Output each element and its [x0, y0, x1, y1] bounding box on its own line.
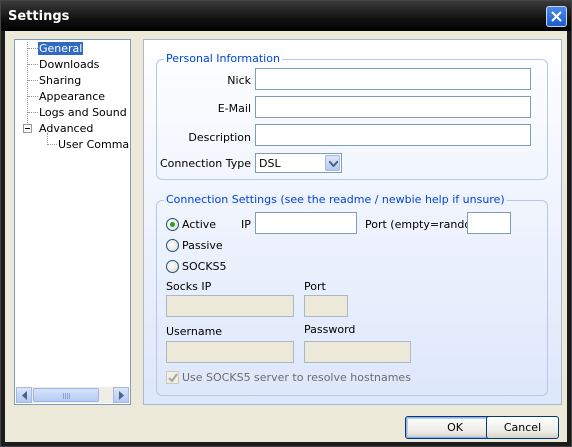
dropdown-button[interactable]: [325, 155, 340, 171]
close-icon: [551, 11, 562, 22]
tree-guide-line: [27, 42, 28, 123]
tree-item-appearance[interactable]: Appearance: [39, 90, 105, 103]
collapse-icon[interactable]: [23, 124, 32, 133]
socks-ip-input[interactable]: [166, 295, 294, 317]
description-input[interactable]: [255, 124, 531, 146]
checkmark-icon: [168, 373, 178, 383]
tree-guide-line: [28, 96, 38, 97]
socks-ip-label: Socks IP: [166, 280, 212, 293]
arrow-left-icon: [22, 391, 27, 400]
tree-horizontal-scrollbar[interactable]: [16, 387, 129, 403]
connection-type-value: DSL: [259, 157, 281, 170]
connection-settings-group: Connection Settings (see the readme / ne…: [156, 193, 548, 396]
tree-guide-line: [28, 64, 38, 65]
socks-port-input[interactable]: [304, 295, 348, 317]
nick-input[interactable]: [255, 68, 531, 90]
password-label: Password: [304, 323, 356, 336]
tree-guide-line: [28, 48, 38, 49]
resolve-hostnames-label[interactable]: Use SOCKS5 server to resolve hostnames: [182, 371, 411, 384]
socks5-label[interactable]: SOCKS5: [182, 260, 227, 273]
cancel-button[interactable]: Cancel: [486, 416, 559, 439]
title-bar[interactable]: Settings: [1, 1, 571, 31]
tree-item-downloads[interactable]: Downloads: [39, 58, 99, 71]
username-input[interactable]: [166, 341, 294, 363]
active-radio[interactable]: [166, 218, 179, 231]
tree-item-logs-and-sound[interactable]: Logs and Sound: [39, 106, 127, 119]
passive-radio[interactable]: [166, 239, 179, 252]
ip-input[interactable]: [255, 212, 357, 234]
tree-guide-line: [28, 112, 38, 113]
connection-type-select[interactable]: DSL: [255, 153, 342, 173]
chevron-down-icon: [329, 161, 338, 167]
connection-type-label: Connection Type: [159, 157, 251, 170]
grip-icon: [63, 393, 70, 399]
socks5-radio[interactable]: [166, 260, 179, 273]
close-button[interactable]: [546, 6, 567, 27]
socks-port-label: Port: [304, 280, 326, 293]
general-settings-panel: Personal Information Nick E-Mail Descrip…: [143, 39, 562, 405]
port-input[interactable]: [467, 212, 511, 234]
username-label: Username: [166, 325, 223, 338]
personal-information-group: Personal Information Nick E-Mail Descrip…: [156, 52, 548, 180]
resolve-hostnames-checkbox[interactable]: [166, 371, 179, 384]
dialog-client: General Downloads Sharing Appearance Log…: [5, 31, 567, 442]
scroll-thumb[interactable]: [33, 388, 99, 402]
window-title: Settings: [8, 9, 70, 24]
tree-item-advanced[interactable]: Advanced: [39, 122, 93, 135]
passive-label[interactable]: Passive: [182, 239, 223, 252]
tree-guide-line: [47, 144, 57, 145]
settings-tree[interactable]: General Downloads Sharing Appearance Log…: [14, 39, 131, 405]
tree-item-sharing[interactable]: Sharing: [39, 74, 81, 87]
active-label[interactable]: Active: [182, 218, 216, 231]
personal-information-legend: Personal Information: [164, 52, 282, 65]
tree-item-general[interactable]: General: [38, 42, 84, 55]
connection-settings-legend: Connection Settings (see the readme / ne…: [164, 193, 507, 206]
email-input[interactable]: [255, 96, 531, 118]
scroll-left-button[interactable]: [16, 387, 32, 403]
description-label: Description: [188, 131, 251, 144]
nick-label: Nick: [227, 74, 251, 87]
password-input[interactable]: [304, 341, 411, 363]
arrow-right-icon: [119, 391, 124, 400]
ip-label: IP: [241, 218, 251, 231]
settings-window: Settings General Downloads Sharing Appea…: [0, 0, 572, 447]
email-label: E-Mail: [217, 102, 251, 115]
tree-item-user-commands[interactable]: User Comman: [58, 138, 130, 151]
tree-guide-line: [28, 80, 38, 81]
scroll-right-button[interactable]: [113, 387, 129, 403]
